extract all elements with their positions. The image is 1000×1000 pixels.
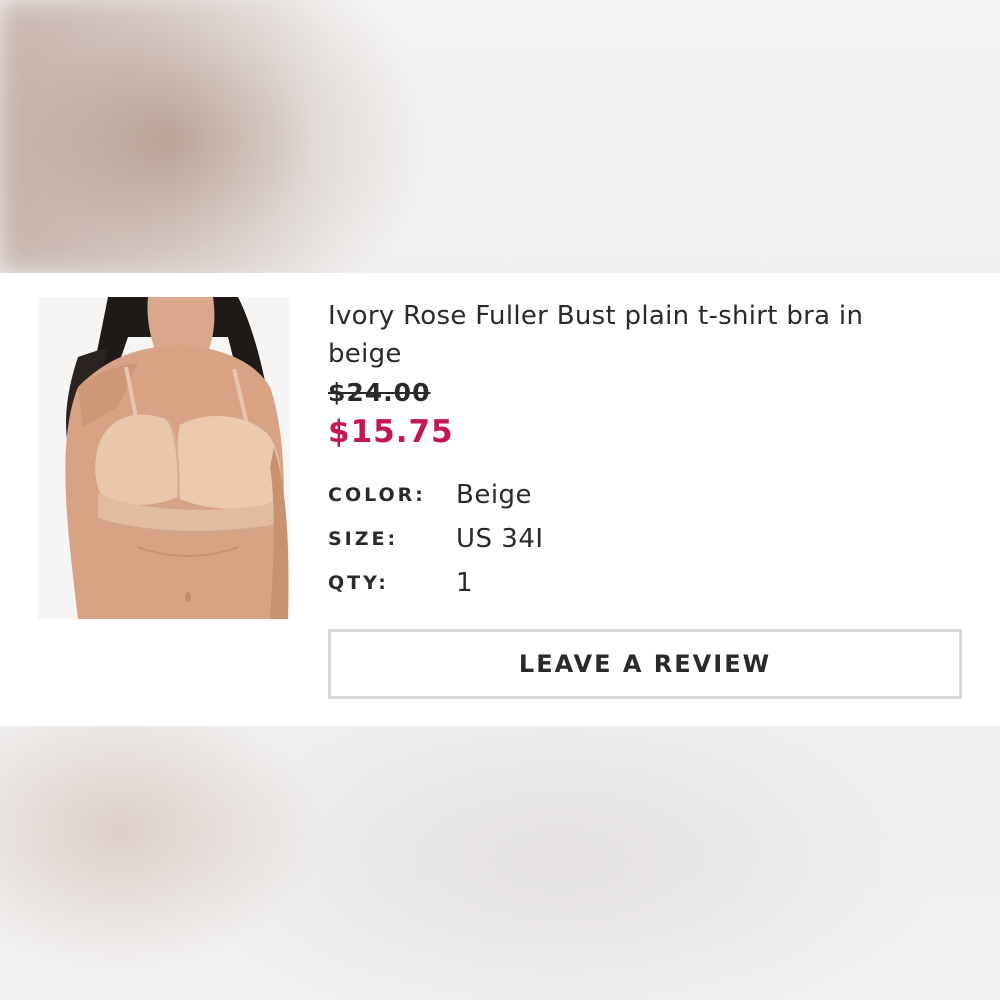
size-label: SIZE: bbox=[328, 528, 399, 550]
sale-price: $15.75 bbox=[328, 414, 454, 450]
attribute-row-color: COLOR: Beige bbox=[328, 473, 958, 517]
product-details: Ivory Rose Fuller Bust plain t-shirt bra… bbox=[328, 297, 958, 605]
order-item-card: Ivory Rose Fuller Bust plain t-shirt bra… bbox=[0, 273, 1000, 726]
size-value: US 34I bbox=[456, 524, 544, 554]
product-photo-illustration bbox=[38, 297, 290, 619]
color-label: COLOR: bbox=[328, 484, 426, 506]
product-title[interactable]: Ivory Rose Fuller Bust plain t-shirt bra… bbox=[328, 297, 868, 373]
color-value: Beige bbox=[456, 480, 533, 510]
original-price: $24.00 bbox=[328, 378, 431, 407]
product-attributes: COLOR: Beige SIZE: US 34I QTY: 1 bbox=[328, 473, 958, 605]
qty-label: QTY: bbox=[328, 572, 389, 594]
qty-value: 1 bbox=[456, 568, 474, 598]
attribute-row-qty: QTY: 1 bbox=[328, 561, 958, 605]
product-image[interactable] bbox=[38, 297, 290, 619]
leave-review-button[interactable]: LEAVE A REVIEW bbox=[328, 629, 962, 699]
attribute-row-size: SIZE: US 34I bbox=[328, 517, 958, 561]
